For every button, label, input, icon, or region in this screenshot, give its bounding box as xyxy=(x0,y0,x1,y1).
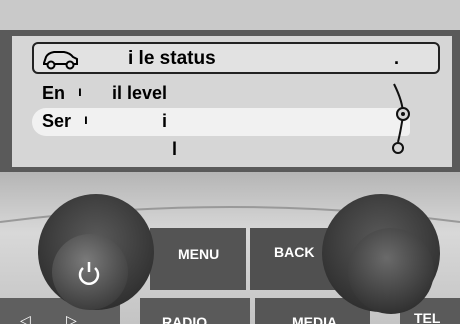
row-engine-value: il level xyxy=(112,83,168,103)
radio-button[interactable]: RADIO xyxy=(162,314,207,324)
left-volume-knob[interactable] xyxy=(38,194,154,310)
selected-row-highlight[interactable] xyxy=(32,108,410,136)
row-third-value: l xyxy=(172,139,178,159)
display-screen: i le status . En ı il level Ser ı i l xyxy=(12,36,452,167)
menu-button[interactable]: MENU xyxy=(178,246,219,262)
back-button[interactable]: BACK xyxy=(274,244,314,260)
right-knob-inner[interactable] xyxy=(348,228,434,314)
seek-back-icon[interactable]: ◁ xyxy=(20,312,31,324)
control-panel: MENU BACK RADIO MEDIA TEL ◁ ▷ xyxy=(0,172,460,324)
seek-forward-icon[interactable]: ▷ xyxy=(66,312,77,324)
header-title: i le status xyxy=(128,48,216,69)
row-engine-mid: ı xyxy=(78,83,82,99)
right-tune-knob[interactable] xyxy=(322,194,440,314)
tel-button[interactable]: TEL xyxy=(414,310,440,324)
scroll-indicator-icon xyxy=(392,83,410,154)
row-service-value: i xyxy=(162,111,168,131)
car-icon xyxy=(43,51,78,70)
row-service-label: Ser xyxy=(42,111,72,131)
row-service-mid: ı xyxy=(84,111,88,127)
media-button[interactable]: MEDIA xyxy=(292,314,337,324)
row-engine-label: En xyxy=(42,83,66,103)
car-infotainment-panel: i le status . En ı il level Ser ı i l ME… xyxy=(0,0,460,324)
power-icon xyxy=(78,262,100,285)
header-trailing: . xyxy=(394,48,400,68)
header-row[interactable]: i le status . xyxy=(32,42,440,74)
